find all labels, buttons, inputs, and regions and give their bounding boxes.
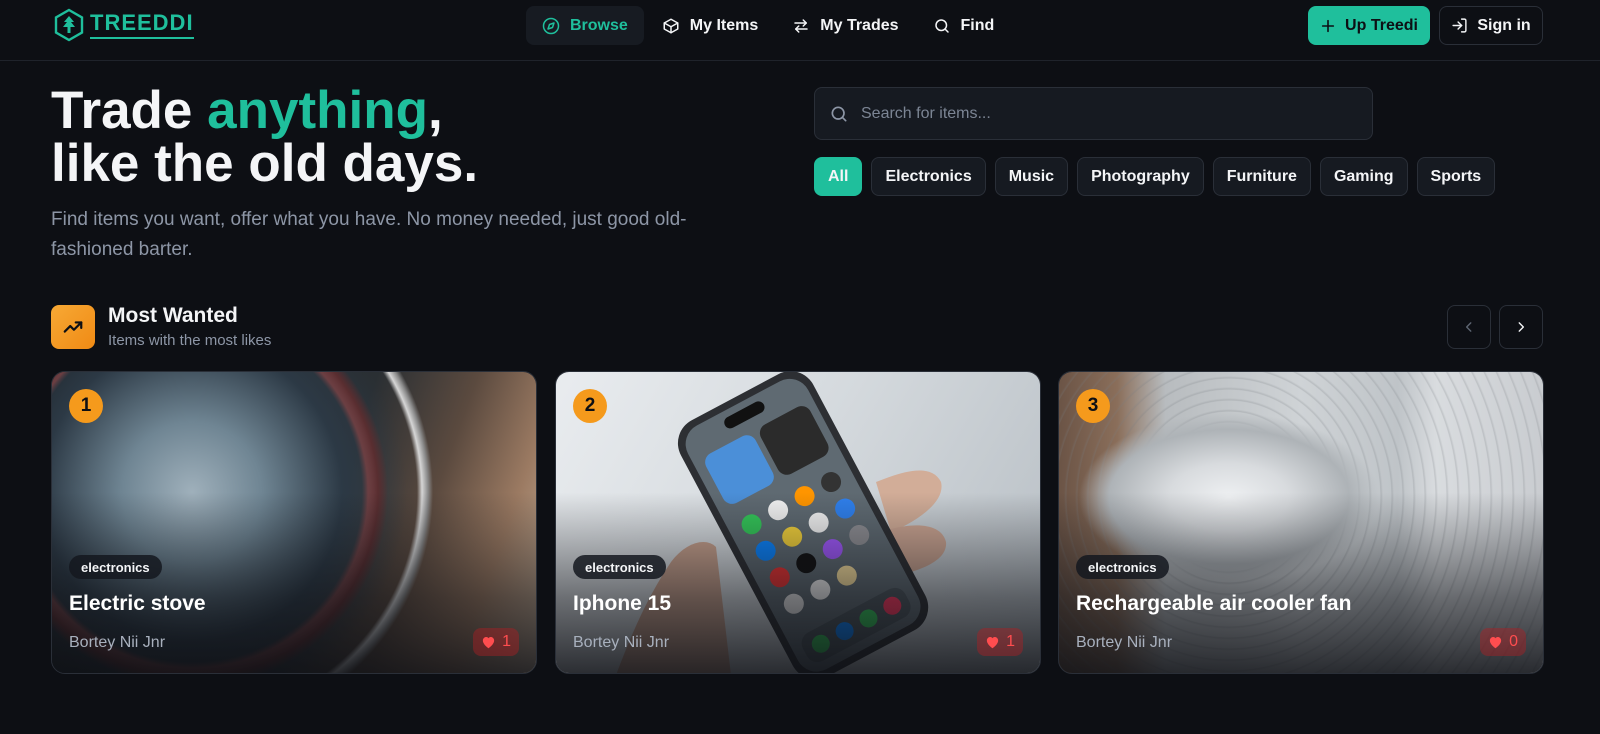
category-chip-sports[interactable]: Sports xyxy=(1416,157,1496,196)
category-chip-electronics[interactable]: Electronics xyxy=(871,157,986,196)
category-chip-furniture[interactable]: Furniture xyxy=(1212,157,1311,196)
nav-my-trades[interactable]: My Trades xyxy=(776,6,914,45)
chevron-left-icon xyxy=(1465,322,1472,332)
up-treedi-label: Up Treedi xyxy=(1345,16,1418,34)
hero-title: Trade anything, like the old days. xyxy=(51,84,478,190)
item-card[interactable]: 1 electronics Electric stove Bortey Nii … xyxy=(51,371,537,674)
trending-up-icon xyxy=(63,321,83,333)
heart-icon xyxy=(986,637,999,649)
image-overlay xyxy=(52,372,536,673)
hero-title-line2: like the old days. xyxy=(51,134,479,193)
carousel-next-button[interactable] xyxy=(1499,305,1543,349)
category-chip-gaming[interactable]: Gaming xyxy=(1319,157,1408,196)
nav-find[interactable]: Find xyxy=(917,6,1011,45)
chevron-right-icon xyxy=(1518,322,1525,332)
nav-my-items-label: My Items xyxy=(689,16,759,34)
box-icon xyxy=(663,18,679,33)
search-icon xyxy=(831,106,847,121)
image-overlay xyxy=(556,372,1040,673)
sign-in-button[interactable]: Sign in xyxy=(1439,6,1543,45)
heart-icon xyxy=(1489,637,1502,649)
hero-title-part2: , xyxy=(427,81,443,140)
top-navbar: TREEDDI Browse My Items My Trades Find U… xyxy=(0,0,1600,61)
category-tag: electronics xyxy=(1076,555,1169,579)
hero-subtitle: Find items you want, offer what you have… xyxy=(51,209,687,260)
nav-browse-label: Browse xyxy=(570,16,628,34)
item-owner: Bortey Nii Jnr xyxy=(573,634,670,651)
rank-badge: 2 xyxy=(573,389,607,423)
category-chip-photography[interactable]: Photography xyxy=(1077,157,1204,196)
nav-my-items[interactable]: My Items xyxy=(646,6,774,45)
category-filters: All Electronics Music Photography Furnit… xyxy=(814,157,1496,196)
search-input[interactable] xyxy=(861,104,1341,123)
sign-in-label: Sign in xyxy=(1477,16,1531,34)
category-tag: electronics xyxy=(69,555,162,579)
like-counter[interactable]: 1 xyxy=(473,628,519,656)
tree-logo-icon xyxy=(54,8,84,42)
nav-find-label: Find xyxy=(960,16,995,34)
like-count: 1 xyxy=(502,633,511,650)
brand-name: TREEDDI xyxy=(90,11,194,39)
nav-my-trades-label: My Trades xyxy=(820,16,899,34)
nav-browse[interactable]: Browse xyxy=(526,6,644,45)
like-count: 0 xyxy=(1509,633,1518,650)
search-icon xyxy=(934,18,949,33)
login-icon xyxy=(1452,18,1467,33)
up-treedi-button[interactable]: Up Treedi xyxy=(1308,6,1430,45)
like-count: 1 xyxy=(1006,633,1015,650)
hero-title-accent: anything xyxy=(207,81,428,140)
heart-icon xyxy=(482,637,495,649)
trending-badge xyxy=(51,305,95,349)
item-title: Electric stove xyxy=(69,592,206,615)
item-card[interactable]: 2 electronics Iphone 15 Bortey Nii Jnr 1 xyxy=(555,371,1041,674)
rank-badge: 1 xyxy=(69,389,103,423)
category-chip-all[interactable]: All xyxy=(814,157,863,196)
like-counter[interactable]: 0 xyxy=(1480,628,1526,656)
like-counter[interactable]: 1 xyxy=(977,628,1023,656)
item-card[interactable]: 3 electronics Rechargeable air cooler fa… xyxy=(1058,371,1544,674)
image-overlay xyxy=(1059,372,1543,673)
carousel-prev-button[interactable] xyxy=(1447,305,1491,349)
item-title: Iphone 15 xyxy=(573,592,672,615)
category-tag: electronics xyxy=(573,555,666,579)
hero-title-part1: Trade xyxy=(51,81,208,140)
item-owner: Bortey Nii Jnr xyxy=(69,634,166,651)
compass-icon xyxy=(542,17,560,34)
rank-badge: 3 xyxy=(1076,389,1110,423)
main-nav: Browse My Items My Trades Find xyxy=(526,6,1010,45)
swap-icon xyxy=(794,18,809,33)
item-owner: Bortey Nii Jnr xyxy=(1076,634,1173,651)
search-box[interactable] xyxy=(814,87,1373,140)
plus-icon xyxy=(1321,19,1335,32)
category-chip-music[interactable]: Music xyxy=(994,157,1069,196)
section-subtitle: Items with the most likes xyxy=(108,332,272,349)
brand-logo[interactable]: TREEDDI xyxy=(54,8,194,42)
section-title: Most Wanted xyxy=(108,304,238,327)
item-title: Rechargeable air cooler fan xyxy=(1076,592,1352,615)
